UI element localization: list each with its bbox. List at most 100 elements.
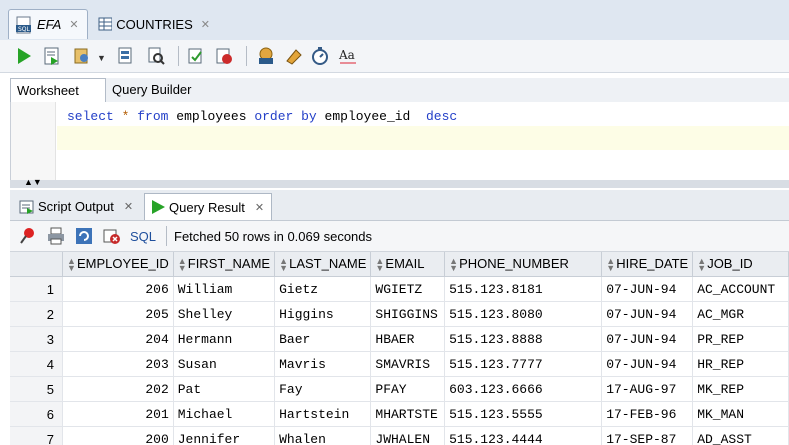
table-cell[interactable]: 07-JUN-94	[601, 326, 694, 352]
table-cell[interactable]: 205	[62, 301, 174, 327]
format-stopwatch-icon[interactable]	[310, 46, 330, 66]
table-cell[interactable]: Whalen	[274, 426, 372, 445]
table-cell[interactable]: PR_REP	[692, 326, 789, 352]
change-case-icon[interactable]: Aa	[338, 46, 358, 66]
autotrace-icon[interactable]	[72, 46, 92, 66]
doc-tab-countries[interactable]: COUNTRIES ✕	[92, 9, 216, 39]
table-cell[interactable]: HR_REP	[692, 351, 789, 377]
table-cell[interactable]: 17-SEP-87	[601, 426, 694, 445]
table-cell[interactable]: HBAER	[370, 326, 446, 352]
table-cell[interactable]: 07-JUN-94	[601, 301, 694, 327]
table-row[interactable]: 7 200 Jennifer Whalen JWHALEN 515.123.4444 17-…	[10, 426, 789, 445]
commit-icon[interactable]	[186, 46, 206, 66]
table-cell[interactable]: 515.123.8080	[444, 301, 603, 327]
table-cell[interactable]: JWHALEN	[370, 426, 446, 445]
sql-tuning-icon[interactable]	[146, 46, 166, 66]
sql-history-icon[interactable]	[256, 46, 276, 66]
table-cell[interactable]: 515.123.5555	[444, 401, 603, 427]
row-number[interactable]: 1	[10, 276, 63, 302]
tab-script-output[interactable]: Script Output ✕	[14, 193, 142, 220]
table-row[interactable]: 3 204 Hermann Baer HBAER 515.123.8888 07-JUN-9…	[10, 326, 789, 352]
run-script-icon[interactable]	[42, 46, 62, 66]
table-cell[interactable]: Baer	[274, 326, 372, 352]
table-row[interactable]: 5 202 Pat Fay PFAY 603.123.6666 17-AUG-97 MK_RE…	[10, 376, 789, 402]
table-cell[interactable]: SMAVRIS	[370, 351, 446, 377]
column-header[interactable]: ▲ ▼LAST_NAME	[274, 252, 372, 277]
table-row[interactable]: 2 205 Shelley Higgins SHIGGINS 515.123.8080 07…	[10, 301, 789, 327]
pin-icon[interactable]	[18, 226, 38, 246]
sql-statement[interactable]: select * from employees order by employe…	[67, 109, 457, 124]
chevron-down-icon[interactable]: ▼	[97, 53, 106, 63]
table-cell[interactable]: Michael	[173, 401, 276, 427]
table-cell[interactable]: 201	[62, 401, 174, 427]
table-cell[interactable]: AD_ASST	[692, 426, 789, 445]
row-number[interactable]: 5	[10, 376, 63, 402]
run-statement-icon[interactable]	[14, 46, 34, 66]
table-cell[interactable]: AC_MGR	[692, 301, 789, 327]
table-cell[interactable]: MHARTSTE	[370, 401, 446, 427]
close-icon[interactable]: ✕	[201, 18, 210, 31]
column-header[interactable]: ▲ ▼EMAIL	[370, 252, 446, 277]
table-cell[interactable]: 515.123.7777	[444, 351, 603, 377]
sql-link[interactable]: SQL	[130, 229, 156, 244]
table-cell[interactable]: Mavris	[274, 351, 372, 377]
table-cell[interactable]: 603.123.6666	[444, 376, 603, 402]
close-icon[interactable]: ✕	[69, 18, 78, 31]
table-cell[interactable]: AC_ACCOUNT	[692, 276, 789, 302]
table-cell[interactable]: MK_MAN	[692, 401, 789, 427]
table-cell[interactable]: 515.123.8888	[444, 326, 603, 352]
table-row[interactable]: 1 206 William Gietz WGIETZ 515.123.8181 07-JUN…	[10, 276, 789, 302]
tab-query-builder[interactable]: Query Builder	[106, 78, 197, 102]
result-grid[interactable]: ▲ ▼EMPLOYEE_ID ▲ ▼FIRST_NAME ▲ ▼LAST_NAME ▲…	[10, 252, 789, 445]
table-cell[interactable]: Gietz	[274, 276, 372, 302]
panel-splitter[interactable]: ▲▼	[10, 178, 789, 188]
table-cell[interactable]: Susan	[173, 351, 276, 377]
row-number[interactable]: 4	[10, 351, 63, 377]
table-cell[interactable]: William	[173, 276, 276, 302]
column-header[interactable]: ▲ ▼EMPLOYEE_ID	[62, 252, 174, 277]
sql-editor[interactable]: select * from employees order by employe…	[10, 102, 789, 180]
table-cell[interactable]: Higgins	[274, 301, 372, 327]
table-cell[interactable]: 206	[62, 276, 174, 302]
table-cell[interactable]: SHIGGINS	[370, 301, 446, 327]
table-cell[interactable]: Hartstein	[274, 401, 372, 427]
table-cell[interactable]: Pat	[173, 376, 276, 402]
table-cell[interactable]: 17-FEB-96	[601, 401, 694, 427]
row-number[interactable]: 3	[10, 326, 63, 352]
table-cell[interactable]: Hermann	[173, 326, 276, 352]
row-number[interactable]: 6	[10, 401, 63, 427]
table-cell[interactable]: 07-JUN-94	[601, 351, 694, 377]
table-cell[interactable]: 203	[62, 351, 174, 377]
close-icon[interactable]: ✕	[255, 201, 264, 214]
cancel-sql-icon[interactable]	[102, 226, 122, 246]
refresh-icon[interactable]	[74, 226, 94, 246]
collapse-arrows-icon[interactable]: ▲▼	[24, 178, 42, 187]
table-row[interactable]: 4 203 Susan Mavris SMAVRIS 515.123.7777 07-JUN…	[10, 351, 789, 377]
column-header[interactable]: ▲ ▼HIRE_DATE	[601, 252, 694, 277]
table-cell[interactable]: 17-AUG-97	[601, 376, 694, 402]
table-cell[interactable]: Shelley	[173, 301, 276, 327]
table-cell[interactable]: 07-JUN-94	[601, 276, 694, 302]
explain-plan-icon[interactable]	[116, 46, 136, 66]
table-cell[interactable]: Fay	[274, 376, 372, 402]
row-number[interactable]: 7	[10, 426, 63, 445]
row-number[interactable]: 2	[10, 301, 63, 327]
doc-tab-efa[interactable]: SQL EFA ✕	[8, 9, 88, 39]
column-header[interactable]: ▲ ▼PHONE_NUMBER	[444, 252, 603, 277]
table-cell[interactable]: WGIETZ	[370, 276, 446, 302]
column-header[interactable]: ▲ ▼JOB_ID	[692, 252, 789, 277]
tab-query-result[interactable]: Query Result ✕	[144, 193, 272, 220]
column-header[interactable]: ▲ ▼FIRST_NAME	[173, 252, 276, 277]
table-row[interactable]: 6 201 Michael Hartstein MHARTSTE 515.123.5555…	[10, 401, 789, 427]
rollback-icon[interactable]	[214, 46, 234, 66]
table-cell[interactable]: 200	[62, 426, 174, 445]
table-cell[interactable]: Jennifer	[173, 426, 276, 445]
table-cell[interactable]: 515.123.8181	[444, 276, 603, 302]
close-icon[interactable]: ✕	[124, 200, 133, 213]
table-cell[interactable]: 204	[62, 326, 174, 352]
table-cell[interactable]: MK_REP	[692, 376, 789, 402]
table-cell[interactable]: 515.123.4444	[444, 426, 603, 445]
tab-worksheet[interactable]: Worksheet	[10, 78, 106, 104]
clear-eraser-icon[interactable]	[284, 46, 304, 66]
table-cell[interactable]: PFAY	[370, 376, 446, 402]
